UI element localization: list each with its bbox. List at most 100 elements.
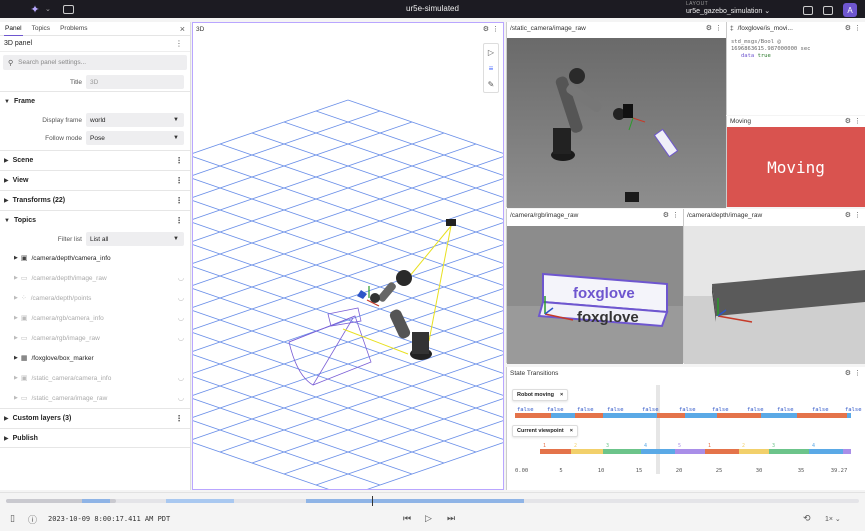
robot-moving-segment — [575, 413, 603, 418]
right-sidebar-toggle-icon[interactable] — [823, 5, 833, 15]
caret-right-icon[interactable]: ▶ — [14, 375, 18, 381]
caret-right-icon[interactable]: ▶ — [14, 395, 18, 401]
user-avatar[interactable]: A — [843, 3, 857, 17]
layout-selector[interactable]: LAYOUT ur5e_gazebo_simulation ⌄ — [686, 1, 770, 15]
gear-icon[interactable]: ⚙ — [663, 211, 669, 219]
visibility-toggle-icon[interactable]: ◡ — [178, 334, 184, 342]
gear-icon[interactable]: ⚙ — [845, 117, 851, 125]
perspective-toggle-icon[interactable]: ≡ — [484, 60, 498, 76]
select-tool-icon[interactable]: ▷ — [484, 44, 498, 60]
topic-row[interactable]: ▶ ⁘/camera/depth/points ◡ — [0, 288, 190, 308]
playback-speed-value: 1× — [825, 516, 833, 523]
more-options-icon[interactable]: ⋮ — [672, 211, 679, 219]
depth-camera-panel[interactable]: /camera/depth/image_raw ⚙ ⋮ — [683, 209, 865, 364]
measure-tool-icon[interactable]: ✎ — [484, 76, 498, 92]
visibility-toggle-icon[interactable]: ◡ — [178, 274, 184, 282]
gear-icon[interactable]: ⚙ — [845, 211, 851, 219]
app-menu-chevron-icon[interactable]: ⌄ — [45, 5, 51, 13]
playhead[interactable] — [372, 496, 373, 506]
more-options-icon[interactable]: ⋮ — [492, 25, 499, 33]
scene-section[interactable]: ▶ Scene ⋮ — [0, 150, 190, 170]
caret-right-icon[interactable]: ▶ — [14, 255, 18, 261]
grid-icon: ▦ — [20, 355, 28, 362]
caret-right-icon[interactable]: ▶ — [14, 295, 18, 301]
gear-icon[interactable]: ⚙ — [706, 24, 712, 32]
settings-search-input[interactable]: ⚲ Search panel settings... — [3, 55, 187, 70]
visibility-toggle-icon[interactable]: ◡ — [178, 314, 184, 322]
caret-right-icon[interactable]: ▶ — [14, 355, 18, 361]
filter-list-select[interactable]: List all ▼ — [86, 232, 184, 246]
seek-forward-icon[interactable]: ⏭ — [447, 513, 455, 524]
gear-icon[interactable]: ⚙ — [483, 25, 489, 33]
playback-speed[interactable]: 1× ⌄ — [825, 515, 841, 523]
topic-row[interactable]: ▶ ▭/camera/rgb/image_raw ◡ — [0, 328, 190, 348]
more-options-icon[interactable]: ⋮ — [175, 216, 183, 225]
raw-message-title: /foxglove/is_movi... — [737, 25, 793, 32]
topic-row[interactable]: ▶ ▣/static_camera/camera_info ◡ — [0, 368, 190, 388]
display-frame-select[interactable]: world ▼ — [86, 113, 184, 127]
frame-section[interactable]: ▼ Frame — [0, 91, 190, 111]
more-options-icon[interactable]: ⋮ — [854, 369, 861, 377]
topics-section[interactable]: ▼ Topics ⋮ — [0, 210, 190, 230]
moving-indicator-panel[interactable]: Moving ⚙ ⋮ Moving — [726, 116, 865, 207]
publish-section[interactable]: ▶ Publish — [0, 428, 190, 448]
seek-backward-icon[interactable]: ⏮ — [403, 513, 411, 524]
topic-row[interactable]: ▶ ▭/camera/depth/image_raw ◡ — [0, 268, 190, 288]
topic-row[interactable]: ▶ ▭/static_camera/image_raw ◡ — [0, 388, 190, 408]
more-options-icon[interactable]: ⋮ — [715, 24, 722, 32]
view-section[interactable]: ▶ View ⋮ — [0, 170, 190, 190]
title-field[interactable]: 3D — [86, 75, 184, 89]
tab-problems[interactable]: Problems — [59, 22, 88, 35]
app-logo-icon[interactable]: ✦ — [26, 0, 44, 18]
current-viewpoint-legend[interactable]: Current viewpoint × — [512, 425, 578, 437]
viewpoint-segment — [705, 449, 739, 454]
close-icon[interactable]: × — [180, 24, 185, 34]
raw-message-panel[interactable]: ‡ /foxglove/is_movi... ⚙ ⋮ std_msgs/Bool… — [726, 22, 865, 115]
play-icon[interactable]: ▷ — [425, 513, 432, 524]
caret-right-icon[interactable]: ▶ — [14, 315, 18, 321]
more-options-icon[interactable]: ⋮ — [854, 24, 861, 32]
more-options-icon[interactable]: ⋮ — [854, 211, 861, 219]
more-options-icon[interactable]: ⋮ — [175, 176, 183, 185]
3d-panel[interactable]: 3D ⚙ ⋮ ▷ ≡ ✎ — [192, 22, 504, 490]
timeline-scrubber[interactable] — [6, 496, 859, 506]
data-source-button[interactable] — [62, 4, 74, 14]
info-icon[interactable]: ⓘ — [28, 513, 37, 526]
state-transitions-panel[interactable]: State Transitions ⚙ ⋮ false false false fal… — [506, 367, 865, 490]
custom-layers-section[interactable]: ▶ Custom layers (3) ⋮ — [0, 408, 190, 428]
topic-row[interactable]: ▶ ▦/foxglove/box_marker — [0, 348, 190, 368]
tab-topics[interactable]: Topics — [31, 22, 51, 35]
tab-panel[interactable]: Panel — [4, 22, 23, 36]
close-icon[interactable]: × — [560, 392, 563, 398]
more-options-icon[interactable]: ⋮ — [175, 39, 183, 48]
robot-moving-segment — [797, 413, 847, 418]
left-sidebar-toggle-icon[interactable] — [803, 5, 813, 15]
visibility-toggle-icon[interactable]: ◡ — [178, 394, 184, 402]
topic-name: /static_camera/camera_info — [31, 374, 112, 382]
more-options-icon[interactable]: ⋮ — [175, 156, 183, 165]
more-options-icon[interactable]: ⋮ — [854, 117, 861, 125]
more-options-icon[interactable]: ⋮ — [175, 196, 183, 205]
transforms-section[interactable]: ▶ Transforms (22) ⋮ — [0, 190, 190, 210]
close-icon[interactable]: × — [570, 428, 573, 434]
visibility-toggle-icon[interactable]: ◡ — [178, 374, 184, 382]
static-camera-panel[interactable]: /static_camera/image_raw ⚙ ⋮ — [506, 22, 726, 208]
rgb-camera-panel[interactable]: /camera/rgb/image_raw ⚙ ⋮ foxglove foxgl… — [506, 209, 683, 364]
moving-header: Moving ⚙ ⋮ — [727, 116, 865, 127]
more-options-icon[interactable]: ⋮ — [175, 414, 183, 423]
visibility-toggle-icon[interactable]: ◡ — [178, 294, 184, 302]
bookmark-icon[interactable]: ▯ — [10, 513, 15, 524]
split-icon[interactable]: ‡ — [730, 25, 734, 32]
topic-name: /static_camera/image_raw — [31, 394, 108, 402]
caret-right-icon[interactable]: ▶ — [14, 335, 18, 341]
caret-right-icon[interactable]: ▶ — [14, 275, 18, 281]
topic-row[interactable]: ▶ ▣/camera/rgb/camera_info ◡ — [0, 308, 190, 328]
gear-icon[interactable]: ⚙ — [845, 24, 851, 32]
viewpoint-number-label: 4 — [812, 443, 815, 449]
follow-mode-select[interactable]: Pose ▼ — [86, 131, 184, 145]
3d-viewport[interactable] — [193, 36, 503, 489]
gear-icon[interactable]: ⚙ — [845, 369, 851, 377]
robot-moving-legend[interactable]: Robot moving × — [512, 389, 569, 401]
loop-icon[interactable]: ⟲ — [803, 513, 811, 524]
topic-row[interactable]: ▶ ▣/camera/depth/camera_info — [0, 248, 190, 268]
